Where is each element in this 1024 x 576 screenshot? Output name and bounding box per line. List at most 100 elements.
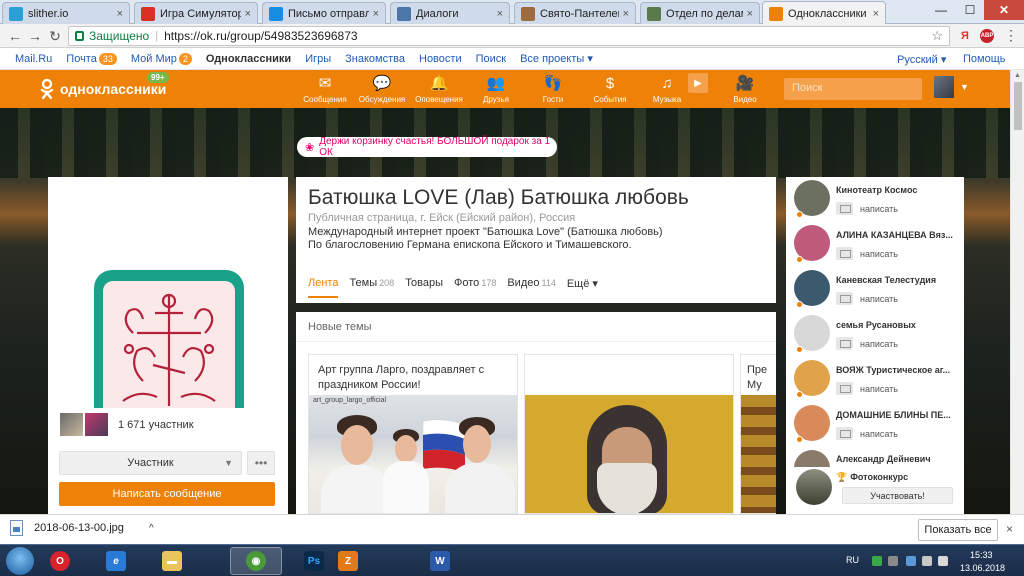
members-row[interactable]: 1 671 участник	[60, 413, 194, 436]
ok-search-input[interactable]: Поиск	[784, 78, 922, 100]
browser-menu-icon[interactable]: ⋮	[1004, 27, 1018, 44]
tray-expand-icon[interactable]	[888, 556, 898, 566]
my-world-link[interactable]: Мой Мир 2	[131, 52, 192, 65]
tab-panteleimon[interactable]: Свято-Пантелеимон ×	[514, 2, 636, 24]
flag-icon[interactable]	[922, 556, 932, 566]
tab-more[interactable]: Ещё ▾	[567, 277, 598, 298]
friend-name[interactable]: Каневская Телестудия	[836, 275, 961, 285]
ok-logo[interactable]: одноклассники	[40, 78, 166, 100]
page-scrollbar[interactable]: ▲	[1010, 70, 1024, 514]
news-link[interactable]: Новости	[419, 53, 462, 65]
window-close-button[interactable]: ✕	[984, 0, 1024, 20]
taskbar-word[interactable]: W	[414, 547, 466, 575]
tab-close-icon[interactable]: ×	[373, 8, 379, 20]
friend-name[interactable]: ДОМАШНИЕ БЛИНЫ ПЕ...	[836, 410, 961, 420]
mail-link[interactable]: Почта 33	[66, 52, 117, 65]
window-minimize-button[interactable]: —	[926, 0, 956, 20]
tab-slither[interactable]: slither.io ×	[2, 2, 130, 24]
friend-item[interactable]: Каневская Телестудия написать	[794, 267, 964, 312]
taskbar-chrome[interactable]: ◉	[230, 547, 282, 575]
back-button[interactable]: ←	[6, 27, 24, 45]
member-status-button[interactable]: Участник ▼	[59, 451, 242, 475]
friend-name[interactable]: ВОЯЖ Туристическое аг...	[836, 365, 961, 375]
taskbar-app[interactable]: Z	[322, 547, 374, 575]
more-options-button[interactable]: •••	[247, 451, 275, 475]
chevron-down-icon[interactable]: ▼	[960, 82, 969, 92]
input-language-indicator[interactable]: RU	[846, 555, 859, 565]
scroll-up-icon[interactable]: ▲	[1014, 72, 1021, 79]
language-select[interactable]: Русский ▾	[897, 53, 946, 66]
tab-odnoklassniki[interactable]: Одноклассники ×	[762, 1, 886, 25]
tab-game[interactable]: Игра Симулятор ×	[134, 2, 258, 24]
nav-music-player[interactable]: ▶	[678, 73, 718, 93]
friend-name[interactable]: семья Русановых	[836, 320, 961, 330]
friend-item[interactable]: ДОМАШНИЕ БЛИНЫ ПЕ... написать	[794, 402, 964, 447]
topic-card-title[interactable]: Арт группа Ларго, поздравляет с праздник…	[318, 363, 508, 393]
all-projects-link[interactable]: Все проекты ▾	[520, 52, 593, 65]
bookmark-star-icon[interactable]: ☆	[931, 28, 943, 44]
taskbar-explorer[interactable]: ▬	[146, 547, 198, 575]
scrollbar-thumb[interactable]	[1014, 82, 1022, 130]
tab-department[interactable]: Отдел по делам мо ×	[640, 2, 760, 24]
tab-close-icon[interactable]: ×	[873, 8, 879, 20]
start-button[interactable]	[6, 547, 34, 575]
friend-item[interactable]: Александр Дейневич	[794, 447, 964, 467]
nav-friends[interactable]: 👥 Друзья	[469, 73, 523, 104]
topic-card[interactable]	[524, 354, 734, 514]
clock-time[interactable]: 15:33	[970, 550, 993, 560]
nav-events[interactable]: $ События	[583, 73, 637, 105]
tab-close-icon[interactable]: ×	[623, 8, 629, 20]
user-avatar[interactable]	[934, 76, 954, 98]
download-item[interactable]: 2018-06-13-00.jpg	[10, 520, 124, 536]
tab-topics[interactable]: Темы 208	[349, 277, 394, 298]
write-link[interactable]: написать	[836, 292, 898, 305]
window-maximize-button[interactable]: ☐	[956, 0, 984, 20]
mailru-link[interactable]: Mail.Ru	[15, 53, 52, 65]
url-input[interactable]: Защищено | https://ok.ru/group/549835236…	[68, 26, 950, 46]
topic-card[interactable]: Пре Му	[740, 354, 776, 514]
friend-item[interactable]: АЛИНА КАЗАНЦЕВА Вяз... написать	[794, 222, 964, 267]
promo-banner[interactable]: ❀ Держи корзинку счастья! БОЛЬШОЙ подаро…	[297, 136, 557, 158]
group-avatar[interactable]	[94, 270, 244, 408]
write-link[interactable]: написать	[836, 427, 898, 440]
topic-card-photo[interactable]: art_group_largo_official	[309, 395, 517, 513]
member-thumbnail[interactable]	[85, 413, 108, 436]
topic-card-photo[interactable]	[741, 395, 776, 513]
yandex-extension-icon[interactable]: Я	[958, 29, 972, 43]
search-link[interactable]: Поиск	[476, 53, 506, 65]
adblock-extension-icon[interactable]: ABP	[980, 29, 994, 43]
write-link[interactable]: написать	[836, 247, 898, 260]
friend-name[interactable]: Кинотеатр Космос	[836, 185, 961, 195]
nav-video[interactable]: 🎥 Видео	[718, 73, 772, 104]
friend-name[interactable]: Александр Дейневич	[836, 454, 961, 464]
member-thumbnail[interactable]	[60, 413, 83, 436]
friend-item[interactable]: ВОЯЖ Туристическое аг... написать	[794, 357, 964, 402]
topic-card-title[interactable]: Пре Му	[747, 363, 767, 393]
write-message-button[interactable]: Написать сообщение	[59, 482, 275, 506]
icon-photo[interactable]	[525, 395, 733, 513]
tab-dialogs[interactable]: Диалоги ×	[390, 2, 510, 24]
avatar[interactable]	[794, 450, 830, 467]
tab-close-icon[interactable]: ×	[117, 8, 123, 20]
participate-button[interactable]: Участвовать!	[842, 487, 953, 504]
games-link[interactable]: Игры	[305, 53, 331, 65]
volume-icon[interactable]	[938, 556, 948, 566]
nav-guests[interactable]: 👣 Гости	[526, 73, 580, 104]
reload-button[interactable]: ↻	[46, 27, 64, 45]
clock-date[interactable]: 13.06.2018	[960, 563, 1005, 573]
forward-button[interactable]: →	[26, 27, 44, 45]
nav-notifications[interactable]: 🔔 Оповещения	[412, 73, 466, 104]
tab-close-icon[interactable]: ×	[497, 8, 503, 20]
show-all-downloads-button[interactable]: Показать все	[918, 519, 998, 541]
help-link[interactable]: Помощь	[963, 53, 1006, 65]
nav-messages[interactable]: ✉ Сообщения	[298, 73, 352, 104]
tab-feed[interactable]: Лента	[308, 277, 339, 298]
write-link[interactable]: написать	[836, 337, 898, 350]
odnoklassniki-link[interactable]: Одноклассники	[206, 53, 291, 65]
tab-videos[interactable]: Видео 114	[507, 277, 556, 298]
close-icon[interactable]: ×	[1006, 522, 1013, 536]
friend-item[interactable]: семья Русановых написать	[794, 312, 964, 357]
topic-card[interactable]: Арт группа Ларго, поздравляет с праздник…	[308, 354, 518, 514]
network-icon[interactable]	[906, 556, 916, 566]
tab-close-icon[interactable]: ×	[245, 8, 251, 20]
